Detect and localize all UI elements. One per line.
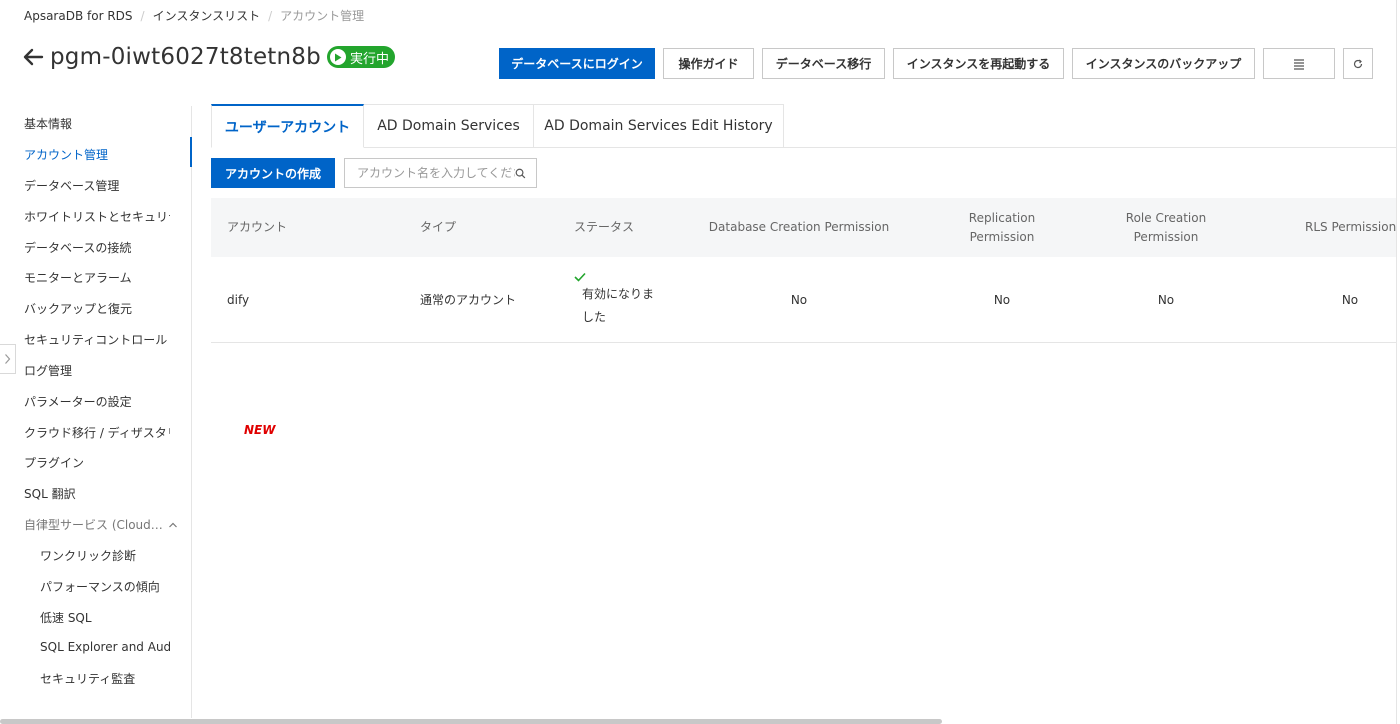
status-badge: 実行中	[326, 46, 395, 68]
cell-db-creation-permission: No	[790, 292, 808, 307]
sidebar-item-parameter-settings[interactable]: パラメーターの設定	[24, 393, 170, 410]
header-status: ステータス	[574, 220, 635, 234]
breadcrumb-separator: /	[140, 8, 145, 23]
sidebar-item-monitoring-alarms[interactable]: モニターとアラーム	[24, 269, 170, 286]
sidebar: 基本情報 アカウント管理 データベース管理 ホワイトリストとセキュリティ データ…	[0, 106, 192, 718]
toolbar: データベースにログイン 操作ガイド データベース移行 インスタンスを再起動する …	[499, 48, 1373, 79]
table-row: dify 通常のアカウント 有効になりました No No No No	[211, 257, 1400, 343]
sidebar-item-database-connection[interactable]: データベースの接続	[24, 239, 170, 256]
sidebar-item-sql-translation[interactable]: SQL 翻訳	[24, 485, 170, 502]
cell-status: 有効になりました	[574, 257, 664, 343]
sidebar-item-whitelist-security[interactable]: ホワイトリストとセキュリティ	[24, 208, 170, 225]
header-db-creation-permission: Database Creation Permission	[708, 220, 890, 234]
breadcrumb-instance-list[interactable]: インスタンスリスト	[153, 7, 261, 24]
cell-account: dify	[227, 292, 250, 307]
sidebar-collapse-handle[interactable]	[0, 344, 16, 374]
sidebar-item-cloud-migration[interactable]: クラウド移行 / ディザスタリカバリ	[24, 424, 170, 441]
sidebar-item-slow-sql[interactable]: 低速 SQL	[40, 609, 170, 626]
sidebar-group-label: 自律型サービス (CloudDBA)	[24, 518, 164, 532]
chevron-up-icon	[169, 522, 177, 527]
tab-bar: ユーザーアカウント AD Domain Services AD Domain S…	[211, 104, 784, 148]
operation-guide-button[interactable]: 操作ガイド	[663, 48, 754, 79]
create-account-button[interactable]: アカウントの作成	[211, 158, 335, 188]
title-row: pgm-0iwt6027t8tetn8b 実行中	[22, 44, 395, 70]
accounts-table: アカウント タイプ ステータス Database Creation Permis…	[211, 198, 1400, 343]
sidebar-group-clouddba[interactable]: 自律型サービス (CloudDBA)	[24, 516, 184, 533]
header-type: タイプ	[420, 220, 457, 234]
status-badge-label: 実行中	[349, 51, 389, 67]
play-icon	[329, 49, 346, 65]
table-header: アカウント タイプ ステータス Database Creation Permis…	[211, 198, 1400, 257]
sidebar-item-database-management[interactable]: データベース管理	[24, 177, 170, 194]
breadcrumb-separator: /	[268, 8, 273, 23]
search-box[interactable]	[344, 158, 537, 188]
sidebar-item-security-control[interactable]: セキュリティコントロール	[24, 331, 170, 348]
sidebar-item-log-management[interactable]: ログ管理	[24, 362, 170, 379]
breadcrumb: ApsaraDB for RDS / インスタンスリスト / アカウント管理	[24, 7, 364, 24]
new-badge: NEW	[244, 423, 276, 437]
sidebar-item-sql-explorer-audit[interactable]: SQL Explorer and Audit	[40, 640, 170, 654]
page-edge	[1396, 0, 1400, 724]
refresh-icon	[1353, 59, 1363, 68]
sidebar-active-indicator	[190, 137, 192, 167]
breadcrumb-current: アカウント管理	[280, 9, 365, 23]
tab-ad-domain-services[interactable]: AD Domain Services	[364, 104, 534, 148]
backup-instance-button[interactable]: インスタンスのバックアップ	[1072, 48, 1255, 79]
header-role-creation-permission: Role Creation Permission	[1125, 210, 1207, 244]
status-text: 有効になりました	[582, 286, 655, 324]
sidebar-item-performance-trends[interactable]: パフォーマンスの傾向	[40, 578, 170, 595]
header-account: アカウント	[227, 220, 288, 234]
cell-replication-permission: No	[993, 292, 1011, 307]
cell-type: 通常のアカウント	[420, 292, 517, 307]
refresh-button[interactable]	[1343, 48, 1373, 79]
sidebar-item-account-management[interactable]: アカウント管理	[24, 146, 170, 163]
chevron-right-icon	[5, 354, 11, 364]
more-menu-button[interactable]	[1263, 48, 1335, 79]
tab-ad-domain-edit-history[interactable]: AD Domain Services Edit History	[534, 104, 784, 148]
tab-user-accounts[interactable]: ユーザーアカウント	[211, 104, 364, 148]
header-rls-permission: RLS Permission	[1305, 220, 1397, 234]
breadcrumb-rds[interactable]: ApsaraDB for RDS	[24, 9, 133, 23]
cell-role-creation-permission: No	[1157, 292, 1175, 307]
sidebar-item-basic-info[interactable]: 基本情報	[24, 115, 170, 132]
login-database-button[interactable]: データベースにログイン	[499, 48, 655, 79]
list-icon	[1294, 58, 1304, 70]
sidebar-item-security-audit[interactable]: セキュリティ監査	[40, 670, 170, 687]
back-arrow-icon[interactable]	[22, 46, 44, 68]
cell-rls-permission: No	[1341, 292, 1359, 307]
search-icon[interactable]	[515, 168, 526, 179]
horizontal-scrollbar[interactable]	[0, 719, 942, 724]
account-search-input[interactable]	[357, 166, 516, 180]
sidebar-item-backup-restore[interactable]: バックアップと復元	[24, 300, 170, 317]
restart-instance-button[interactable]: インスタンスを再起動する	[893, 48, 1064, 79]
page-title: pgm-0iwt6027t8tetn8b	[50, 44, 321, 70]
sidebar-item-plugins[interactable]: プラグイン	[24, 454, 170, 471]
header-replication-permission: Replication Permission	[968, 210, 1036, 244]
check-icon	[574, 272, 586, 282]
database-migration-button[interactable]: データベース移行	[762, 48, 885, 79]
sidebar-item-one-click-diagnosis[interactable]: ワンクリック診断	[40, 547, 170, 564]
